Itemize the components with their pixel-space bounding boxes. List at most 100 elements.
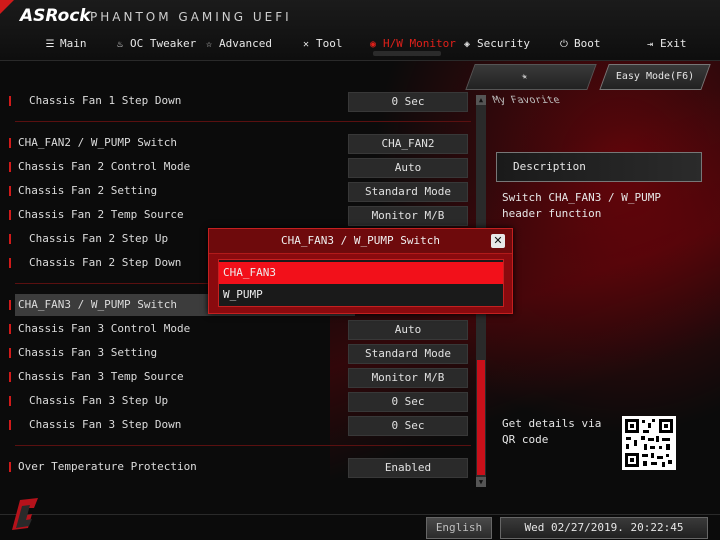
language-button[interactable]: English (426, 517, 492, 539)
setting-value[interactable]: Standard Mode (348, 344, 468, 364)
tab-main[interactable]: ☰ Main (44, 34, 87, 54)
setting-value[interactable]: Standard Mode (348, 182, 468, 202)
close-icon[interactable]: ✕ (491, 234, 505, 248)
setting-row[interactable]: Chassis Fan 3 Step Up 0 Sec (0, 390, 472, 412)
setting-row[interactable]: Chassis Fan 1 Step Down 0 Sec (0, 90, 472, 112)
setting-value[interactable]: Auto (348, 320, 468, 340)
setting-label: Chassis Fan 2 Setting (18, 184, 158, 197)
brand-subtitle: PHANTOM GAMING UEFI (90, 10, 292, 24)
qr-code-graphic (625, 419, 673, 467)
scrollbar-thumb[interactable] (477, 360, 485, 475)
tab-exit[interactable]: ⇥ Exit (644, 34, 687, 54)
setting-label: Chassis Fan 1 Step Down (29, 94, 182, 107)
brand-logo: ASRock (20, 6, 91, 26)
setting-label: Chassis Fan 3 Step Down (29, 418, 182, 431)
setting-row[interactable]: Chassis Fan 3 Step Down 0 Sec (0, 414, 472, 436)
favorite-star-icon: ★ (519, 71, 530, 82)
scroll-up-arrow-icon[interactable]: ▲ (476, 95, 486, 105)
row-marker (9, 186, 11, 196)
option-popup: CHA_FAN3 / W_PUMP Switch ✕ CHA_FAN3 W_PU… (208, 228, 513, 314)
tab-exit-label: Exit (660, 37, 687, 50)
power-icon: ⏻ (560, 39, 568, 50)
setting-value[interactable]: 0 Sec (348, 392, 468, 412)
tab-advanced[interactable]: ☆ Advanced (203, 34, 272, 54)
setting-label: CHA_FAN3 / W_PUMP Switch (18, 298, 177, 311)
main-nav: ☰ Main ♨ OC Tweaker ☆ Advanced ✕ Tool ◉ H/W M… (0, 34, 720, 54)
setting-row[interactable]: Chassis Fan 2 Setting Standard Mode (0, 180, 472, 202)
star-icon: ☆ (205, 39, 213, 50)
flame-icon: ♨ (116, 39, 124, 50)
phantom-gaming-logo-graphic (12, 498, 38, 530)
exit-icon: ⇥ (646, 39, 654, 50)
setting-label: Chassis Fan 2 Control Mode (18, 160, 191, 173)
setting-row[interactable]: CHA_FAN2 / W_PUMP Switch CHA_FAN2 (0, 132, 472, 154)
setting-value[interactable]: 0 Sec (348, 416, 468, 436)
popup-title: CHA_FAN3 / W_PUMP Switch (209, 229, 512, 254)
header: ASRock PHANTOM GAMING UEFI ☰ Main ♨ OC Twe… (0, 0, 720, 61)
setting-row[interactable]: Chassis Fan 2 Control Mode Auto (0, 156, 472, 178)
tab-security-label: Security (477, 37, 530, 50)
setting-label: CHA_FAN2 / W_PUMP Switch (18, 136, 177, 149)
popup-option-w-pump[interactable]: W_PUMP (219, 284, 503, 306)
tab-advanced-label: Advanced (219, 37, 272, 50)
popup-option-cha-fan3[interactable]: CHA_FAN3 (219, 262, 503, 284)
description-text: Switch CHA_FAN3 / W_PUMP header function (502, 191, 661, 220)
tab-tool-label: Tool (316, 37, 343, 50)
row-marker (9, 324, 11, 334)
row-marker (9, 420, 11, 430)
setting-label: Chassis Fan 2 Step Down (29, 256, 182, 269)
row-marker (9, 348, 11, 358)
divider (15, 121, 471, 122)
row-marker (9, 372, 11, 382)
setting-value[interactable]: Enabled (348, 458, 468, 478)
setting-label: Chassis Fan 3 Setting (18, 346, 158, 359)
tab-main-label: Main (60, 37, 87, 50)
setting-label: Chassis Fan 2 Temp Source (18, 208, 184, 221)
easy-mode-label: Easy Mode(F6) (615, 71, 695, 82)
setting-value[interactable]: Monitor M/B (348, 368, 468, 388)
tab-oc-tweaker[interactable]: ♨ OC Tweaker (114, 34, 196, 54)
setting-row[interactable]: Chassis Fan 3 Temp Source Monitor M/B (0, 366, 472, 388)
setting-row[interactable]: Chassis Fan 3 Setting Standard Mode (0, 342, 472, 364)
tab-hw-monitor-label: H/W Monitor (383, 37, 456, 50)
setting-label: Chassis Fan 3 Control Mode (18, 322, 191, 335)
row-marker (9, 162, 11, 172)
row-marker (9, 300, 11, 310)
setting-label: Chassis Fan 2 Step Up (29, 232, 169, 245)
my-favorite-button[interactable]: ★ My Favorite (465, 64, 597, 106)
row-marker (9, 258, 11, 268)
logo-corner-mark (0, 0, 14, 14)
setting-row[interactable]: Over Temperature Protection Enabled (0, 456, 472, 478)
divider (15, 445, 471, 446)
tab-security[interactable]: ◈ Security (461, 34, 530, 54)
tab-tool[interactable]: ✕ Tool (300, 34, 343, 54)
setting-label: Chassis Fan 3 Temp Source (18, 370, 184, 383)
setting-label: Over Temperature Protection (18, 460, 197, 473)
phantom-gaming-logo-icon (8, 494, 44, 534)
datetime-display: Wed 02/27/2019. 20:22:45 (500, 517, 708, 539)
tab-boot-label: Boot (574, 37, 601, 50)
row-marker (9, 234, 11, 244)
scroll-down-arrow-icon[interactable]: ▼ (476, 477, 486, 487)
easy-mode-button[interactable]: Easy Mode(F6) (599, 64, 711, 90)
qr-help-text: Get details via QR code (502, 417, 602, 446)
setting-value[interactable]: Monitor M/B (348, 206, 468, 226)
active-tab-indicator (373, 51, 441, 56)
popup-option-list: CHA_FAN3 W_PUMP (218, 259, 504, 307)
row-marker (9, 396, 11, 406)
setting-row[interactable]: Chassis Fan 2 Temp Source Monitor M/B (0, 204, 472, 226)
tab-oc-tweaker-label: OC Tweaker (130, 37, 197, 50)
row-marker (9, 96, 11, 106)
shield-icon: ◈ (463, 39, 471, 50)
setting-value[interactable]: Auto (348, 158, 468, 178)
setting-value[interactable]: 0 Sec (348, 92, 468, 112)
list-icon: ☰ (45, 39, 55, 50)
row-marker (9, 462, 11, 472)
setting-value[interactable]: CHA_FAN2 (348, 134, 468, 154)
footer-divider (0, 514, 720, 515)
description-title: Description (513, 160, 586, 173)
setting-label: Chassis Fan 3 Step Up (29, 394, 169, 407)
row-marker (9, 138, 11, 148)
tab-boot[interactable]: ⏻ Boot (558, 34, 601, 54)
setting-row[interactable]: Chassis Fan 3 Control Mode Auto (0, 318, 472, 340)
